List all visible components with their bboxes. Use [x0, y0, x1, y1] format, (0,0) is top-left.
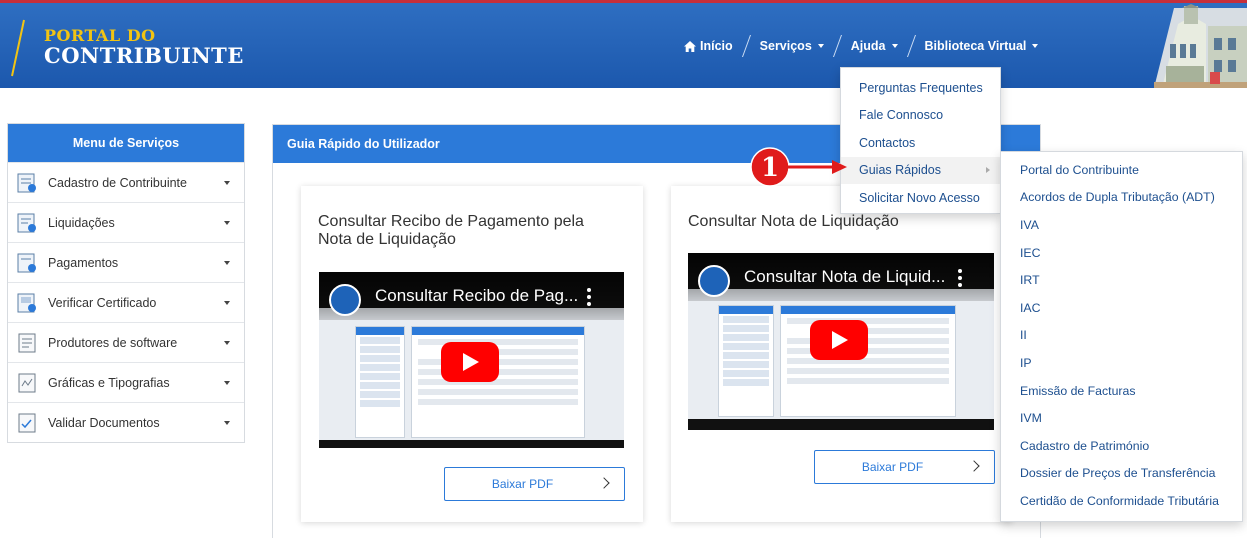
menu-item-label: Verificar Certificado	[48, 295, 157, 310]
logo-slash-icon	[11, 19, 25, 77]
caret-down-icon	[224, 181, 230, 185]
caret-down-icon	[224, 421, 230, 425]
download-pdf-button[interactable]: Baixar PDF	[444, 467, 625, 501]
caret-down-icon	[817, 44, 824, 48]
menu-item-label: Liquidações	[48, 215, 115, 230]
nav-separator	[741, 35, 751, 57]
menu-item-validar-documentos[interactable]: Validar Documentos	[8, 402, 244, 442]
caret-down-icon	[1032, 44, 1039, 48]
video-title[interactable]: Consultar Recibo de Pag...	[375, 286, 578, 306]
step-annotation-arrow: 1	[750, 147, 847, 187]
site-header: PORTAL DO CONTRIBUINTE Início Serviços A…	[0, 0, 1247, 88]
software-icon	[18, 333, 36, 352]
guide-item-invoicing[interactable]: Emissão de Facturas	[1001, 377, 1242, 405]
download-pdf-label: Baixar PDF	[861, 460, 924, 474]
caret-down-icon	[224, 381, 230, 385]
guide-card: Consultar Recibo de Pagamento pela Nota …	[301, 186, 643, 522]
nav-library-label: Biblioteca Virtual	[924, 39, 1027, 53]
registry-icon	[17, 173, 36, 192]
more-options-icon[interactable]	[958, 269, 962, 287]
guide-item-irt[interactable]: IRT	[1001, 266, 1242, 294]
guide-item-adt[interactable]: Acordos de Dupla Tributação (ADT)	[1001, 184, 1242, 212]
caret-down-icon	[224, 301, 230, 305]
more-options-icon[interactable]	[587, 288, 591, 306]
nav-help[interactable]: Ajuda	[851, 39, 898, 53]
video-player[interactable]: Consultar Recibo de Pag...	[319, 272, 624, 448]
services-menu: Menu de Serviços Cadastro de Contribuint…	[7, 123, 245, 443]
caret-down-icon	[224, 261, 230, 265]
help-menu-item-faq[interactable]: Perguntas Frequentes	[841, 74, 1000, 102]
building-illustration	[1154, 4, 1247, 88]
caret-down-icon	[891, 44, 898, 48]
nav-home-label: Início	[700, 39, 733, 53]
help-menu-item-quick-guides[interactable]: Guias Rápidos	[841, 156, 1000, 184]
channel-logo-icon[interactable]	[329, 284, 361, 316]
download-pdf-label: Baixar PDF	[491, 477, 554, 491]
guide-item-transfer-pricing[interactable]: Dossier de Preços de Transferência	[1001, 460, 1242, 488]
nav-services-label: Serviços	[759, 39, 812, 53]
play-button-icon[interactable]	[810, 320, 868, 360]
menu-item-label: Cadastro de Contribuinte	[48, 175, 187, 190]
video-player[interactable]: Consultar Nota de Liquid...	[688, 253, 994, 430]
menu-item-cadastro[interactable]: Cadastro de Contribuinte	[8, 162, 244, 202]
logo-text-line2[interactable]: CONTRIBUINTE	[44, 43, 244, 68]
play-button-icon[interactable]	[441, 342, 499, 382]
help-menu-item-request-access[interactable]: Solicitar Novo Acesso	[841, 184, 1000, 212]
help-menu-item-quick-guides-label: Guias Rápidos	[859, 163, 941, 178]
help-dropdown-menu: Perguntas Frequentes Fale Connosco Conta…	[840, 67, 1001, 214]
guide-item-ip[interactable]: IP	[1001, 349, 1242, 377]
print-icon	[18, 373, 36, 392]
thumbnail-content	[780, 305, 956, 417]
menu-item-produtores-software[interactable]: Produtores de software	[8, 322, 244, 362]
video-title[interactable]: Consultar Nota de Liquid...	[744, 267, 945, 287]
home-icon	[684, 40, 696, 52]
guide-item-iec[interactable]: IEC	[1001, 239, 1242, 267]
payment-icon	[17, 253, 36, 272]
page: PORTAL DO CONTRIBUINTE Início Serviços A…	[0, 0, 1247, 538]
submenu-arrow-icon	[986, 166, 990, 173]
nav-library[interactable]: Biblioteca Virtual	[925, 39, 1039, 53]
download-pdf-button[interactable]: Baixar PDF	[814, 450, 995, 484]
guide-item-iva[interactable]: IVA	[1001, 211, 1242, 239]
quick-guides-submenu: Portal do Contribuinte Acordos de Dupla …	[1000, 151, 1243, 522]
guide-item-property-register[interactable]: Cadastro de Património	[1001, 432, 1242, 460]
thumbnail-sidebar	[355, 326, 405, 438]
guide-card: Consultar Nota de Liquidação Consultar N…	[671, 186, 1012, 522]
nav-separator	[832, 35, 842, 57]
guide-item-tax-compliance[interactable]: Certidão de Conformidade Tributária	[1001, 487, 1242, 515]
certificate-icon	[17, 293, 36, 312]
menu-item-label: Produtores de software	[48, 335, 178, 350]
guide-item-portal[interactable]: Portal do Contribuinte	[1001, 156, 1242, 184]
nav-help-label: Ajuda	[850, 39, 886, 53]
services-menu-title: Menu de Serviços	[8, 124, 244, 162]
guide-item-iac[interactable]: IAC	[1001, 294, 1242, 322]
caret-down-icon	[224, 221, 230, 225]
menu-item-pagamentos[interactable]: Pagamentos	[8, 242, 244, 282]
guide-card-title: Consultar Nota de Liquidação	[688, 213, 899, 230]
menu-item-liquidacoes[interactable]: Liquidações	[8, 202, 244, 242]
nav-services[interactable]: Serviços	[760, 39, 824, 53]
caret-down-icon	[224, 341, 230, 345]
channel-logo-icon[interactable]	[698, 265, 730, 297]
guide-card-title: Consultar Recibo de Pagamento pela Nota …	[318, 213, 584, 248]
thumbnail-content	[411, 326, 585, 438]
step-number: 1	[761, 153, 779, 183]
menu-item-label: Validar Documentos	[48, 415, 160, 430]
help-menu-item-contacts[interactable]: Contactos	[841, 129, 1000, 157]
main-nav: Início Serviços Ajuda Biblioteca Virtual	[684, 35, 1039, 57]
menu-item-verificar-certificado[interactable]: Verificar Certificado	[8, 282, 244, 322]
nav-separator	[906, 35, 916, 57]
document-check-icon	[18, 413, 36, 432]
help-menu-item-contact-us[interactable]: Fale Connosco	[841, 102, 1000, 130]
guide-item-ivm[interactable]: IVM	[1001, 404, 1242, 432]
nav-home[interactable]: Início	[684, 39, 733, 53]
thumbnail-sidebar	[718, 305, 774, 417]
menu-item-label: Pagamentos	[48, 255, 119, 270]
menu-item-graficas-tipografias[interactable]: Gráficas e Tipografias	[8, 362, 244, 402]
header-top-line	[0, 0, 1247, 3]
guide-item-ii[interactable]: II	[1001, 322, 1242, 350]
settlement-icon	[17, 213, 36, 232]
menu-item-label: Gráficas e Tipografias	[48, 375, 170, 390]
